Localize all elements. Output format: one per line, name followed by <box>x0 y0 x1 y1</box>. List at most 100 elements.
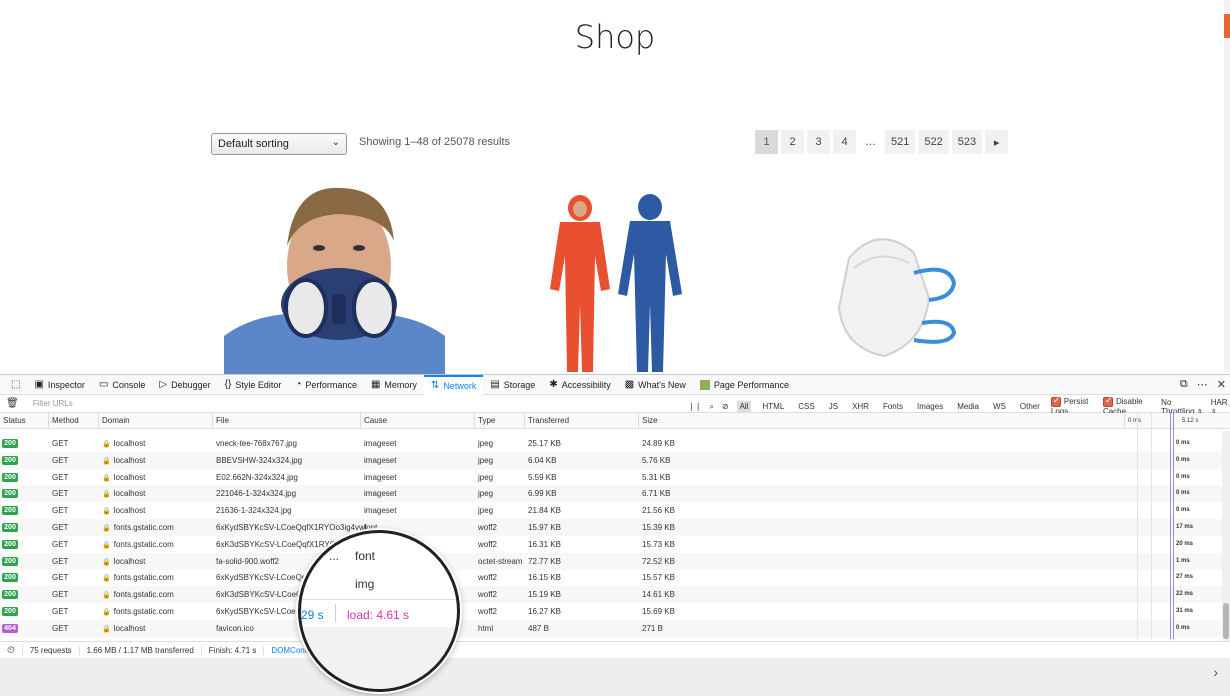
cell-file: 21636-1-324x324.jpg <box>216 506 292 516</box>
table-row[interactable]: 404GET🔒localhostfavicon.icoimghtml487 B2… <box>0 619 1222 637</box>
cell-type: jpeg <box>478 472 494 482</box>
table-row[interactable]: 200 GET 🔒 fonts.gstatic.com 6xK3dSBYKcSV-LCo… <box>0 536 1222 553</box>
tab-style-editor[interactable]: {} Style Editor <box>218 375 289 395</box>
requests-scrollbar[interactable] <box>1222 431 1230 641</box>
tab-label: Inspector <box>47 379 85 390</box>
console-icon: ▭ <box>98 379 109 390</box>
lock-icon: 🔒 <box>102 592 111 600</box>
cell-method: GET <box>52 506 69 516</box>
more-options-icon[interactable]: ⋯ <box>1197 378 1208 391</box>
waterfall-time: 0 ms <box>1176 473 1190 480</box>
tab-console[interactable]: ▭ Console <box>92 375 152 395</box>
reload-icon[interactable]: ⏲ <box>0 644 23 656</box>
har-label: HAR <box>1210 397 1228 407</box>
next-page-button[interactable]: ▸ <box>985 130 1009 154</box>
page-bottom-strip: › <box>0 658 1230 696</box>
page-link-521[interactable]: 521 <box>885 130 916 154</box>
page-link-2[interactable]: 2 <box>781 130 804 154</box>
scrollbar-thumb[interactable] <box>1223 603 1229 639</box>
cell-file: fa-solid-900.woff2 <box>216 556 279 566</box>
filter-ws[interactable]: WS <box>990 401 1009 412</box>
lock-icon: 🔒 <box>102 575 111 583</box>
memory-icon: ▦ <box>370 379 381 390</box>
filter-all[interactable]: All <box>736 401 752 412</box>
table-row[interactable]: 200 GET 🔒 localhost 221046-1-324x324.jpg imag… <box>0 485 1222 503</box>
filter-html[interactable]: HTML <box>759 401 787 412</box>
filter-images[interactable]: Images <box>914 401 946 412</box>
sorting-select-value: Default sorting <box>218 138 289 150</box>
table-row-partial[interactable] <box>0 418 1222 435</box>
waterfall-time: 0 ms <box>1176 507 1190 514</box>
tab-label: Network <box>443 380 477 391</box>
tab-memory[interactable]: ▦ Memory <box>364 375 424 395</box>
tab-storage[interactable]: ▤ Storage <box>483 375 542 395</box>
tab-performance[interactable]: ◔ Performance <box>288 375 364 395</box>
table-row[interactable]: 200 GET 🔒 fonts.gstatic.com 6xKydSBYKcSV-LCo… <box>0 569 1222 586</box>
page-link-523[interactable]: 523 <box>951 130 983 154</box>
cell-type: woff2 <box>478 523 497 532</box>
status-badge: 200 <box>2 556 18 566</box>
cell-size: 15.69 KB <box>642 607 675 616</box>
table-row[interactable]: 200 GET 🔒localhost fa-solid-900.woff2 font oc… <box>0 552 1222 570</box>
dock-icon[interactable]: ⧉ <box>1180 378 1188 391</box>
cell-type: jpeg <box>478 439 494 448</box>
table-row[interactable]: 200 GET 🔒 fonts.gstatic.com 6xKydSBYKcSV-LCo… <box>0 603 1222 620</box>
tab-network[interactable]: ⇅ Network <box>423 374 484 395</box>
tab-accessibility[interactable]: ✱ Accessibility <box>542 375 617 395</box>
filter-css[interactable]: CSS <box>795 401 817 412</box>
product-image-coveralls[interactable] <box>535 194 695 372</box>
filter-urls-input[interactable]: Filter URLs <box>33 399 73 408</box>
page-link-522[interactable]: 522 <box>918 130 949 154</box>
cell-domain: 🔒 localhost <box>102 456 145 465</box>
cell-domain: 🔒 localhost <box>102 624 145 633</box>
page-link-3[interactable]: 3 <box>807 130 830 154</box>
filter-js[interactable]: JS <box>826 401 841 412</box>
magnifier-blank <box>301 627 457 689</box>
filter-xhr[interactable]: XHR <box>849 401 872 412</box>
tab-debugger[interactable]: ▷ Debugger <box>152 375 217 395</box>
close-icon[interactable]: ✕ <box>1217 378 1226 391</box>
page-link-4[interactable]: 4 <box>833 130 856 154</box>
search-icon[interactable]: ⌕ <box>709 402 713 412</box>
cell-type: woff2 <box>478 607 497 616</box>
sorting-select[interactable]: Default sorting ⌄ <box>211 133 347 155</box>
cell-transferred: 16.31 KB <box>528 539 561 549</box>
cell-transferred: 487 B <box>528 623 549 633</box>
table-row[interactable]: 200 GET 🔒 localhost BBEVSHW-324x324.jpg image… <box>0 451 1222 469</box>
filter-other[interactable]: Other <box>1017 401 1043 412</box>
chevron-right-icon[interactable]: › <box>1213 664 1218 680</box>
waterfall-time: 0 ms <box>1176 440 1190 446</box>
cell-transferred: 25.17 KB <box>528 439 561 448</box>
cell-domain: 🔒 localhost <box>102 473 145 482</box>
table-row[interactable]: 200 GET 🔒 localhost 21636-1-324x324.jpg image… <box>0 502 1222 519</box>
tab-whats-new[interactable]: ▩ What's New <box>618 375 693 395</box>
tab-inspector[interactable]: ▣ Inspector <box>27 375 91 395</box>
waterfall-marker-line <box>1173 412 1174 639</box>
product-image-respirator-mask[interactable] <box>224 186 445 374</box>
waterfall-marker-line <box>1137 412 1138 639</box>
table-row[interactable]: 200 GET 🔒 localhost vneck-tee-768x767.jpg ima… <box>0 435 1222 452</box>
filter-fonts[interactable]: Fonts <box>880 401 906 412</box>
table-row[interactable]: 200 GET 🔒 fonts.gstatic.com 6xK3dSBYKcSV-LCo… <box>0 586 1222 604</box>
pause-icon[interactable]: ❘❘ <box>688 402 701 411</box>
network-filter-bar: 🗑 Filter URLs ❘❘ ⌕ ⊘ All HTML CSS JS XHR… <box>0 395 1230 416</box>
trash-icon[interactable]: 🗑 <box>6 398 19 409</box>
cell-transferred: 72.77 KB <box>528 556 561 566</box>
waterfall-time: 0 ms <box>1176 456 1190 463</box>
block-icon[interactable]: ⊘ <box>722 402 729 411</box>
cell-transferred: 6.04 KB <box>528 455 557 465</box>
magnifier-overlay: ... font img 29 s load: 4.61 s <box>298 530 460 692</box>
table-row[interactable]: 200 GET 🔒 localhost E02.662N-324x324.jpg imag… <box>0 469 1222 486</box>
cell-size: 24.89 KB <box>642 439 675 448</box>
element-picker-button[interactable]: ⬚ <box>4 375 27 395</box>
filter-media[interactable]: Media <box>954 401 982 412</box>
domain-text: fonts.gstatic.com <box>113 523 174 532</box>
tab-label: Debugger <box>171 379 211 390</box>
table-row[interactable]: 200 GET 🔒 fonts.gstatic.com 6xKydSBYKcSV-LCo… <box>0 519 1222 536</box>
domain-text: localhost <box>113 455 146 465</box>
debugger-icon: ▷ <box>159 379 168 390</box>
product-image-dust-mask[interactable] <box>834 228 960 362</box>
tab-page-performance[interactable]: Page Performance <box>693 375 796 395</box>
cell-method: GET <box>52 472 69 482</box>
performance-icon: ◔ <box>295 379 302 390</box>
